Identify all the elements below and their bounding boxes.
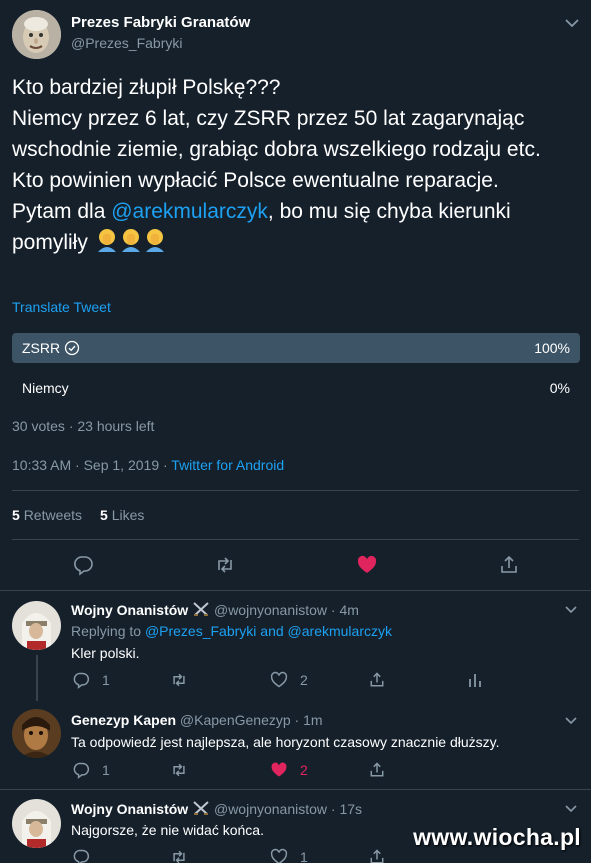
poll-option-percent: 0%	[549, 380, 570, 396]
poll-option-percent: 100%	[534, 340, 570, 356]
poll-option-winner: ZSRR 100%	[12, 333, 580, 363]
reply-time[interactable]: · 1m	[295, 712, 323, 728]
retweet-action[interactable]	[170, 671, 188, 689]
poll-option-text: ZSRR	[22, 340, 61, 356]
reply-avatar[interactable]	[12, 799, 61, 848]
reply-author-name[interactable]: Wojny Onanistów	[71, 602, 188, 618]
reply-handle[interactable]: @wojnyonanistow	[214, 801, 327, 817]
thread-line	[36, 655, 38, 701]
facepalm-emoji-icon	[120, 228, 142, 252]
reply-handle[interactable]: @wojnyonanistow	[214, 602, 327, 618]
reply-count: 1	[102, 762, 110, 778]
reply-action[interactable]: 1	[72, 761, 110, 779]
translate-tweet-link[interactable]: Translate Tweet	[12, 299, 111, 315]
reply-tweet[interactable]: Wojny Onanistów @wojnyonanistow · 4m Rep…	[0, 591, 591, 701]
tweet-stats: 5 Retweets 5 Likes	[12, 507, 144, 523]
reply-header: Genezyp Kapen @KapenGenezyp · 1m	[71, 712, 323, 728]
share-icon[interactable]	[368, 848, 386, 863]
likes-stat[interactable]: 5 Likes	[100, 507, 144, 523]
heart-filled-icon[interactable]	[356, 554, 378, 576]
reply-handle[interactable]: @KapenGenezyp	[180, 712, 291, 728]
like-action[interactable]: 1	[270, 848, 308, 863]
divider	[12, 539, 579, 540]
reply-author-name[interactable]: Wojny Onanistów	[71, 801, 188, 817]
reply-author-name[interactable]: Genezyp Kapen	[71, 712, 176, 728]
retweet-icon	[170, 761, 188, 779]
likes-label: Likes	[111, 507, 145, 523]
replying-prefix: Replying to	[71, 623, 145, 639]
reply-text: Najgorsze, że nie widać końca.	[71, 822, 264, 838]
poll-option: Niemcy 0%	[12, 373, 580, 403]
heart-filled-icon	[270, 761, 288, 779]
heart-icon	[270, 848, 288, 863]
share-icon[interactable]	[498, 554, 520, 576]
reply-text: Ta odpowiedź jest najlepsza, ale horyzon…	[71, 734, 500, 750]
reply-icon	[72, 761, 90, 779]
author-handle[interactable]: @Prezes_Fabryki	[71, 35, 182, 51]
reply-header: Wojny Onanistów @wojnyonanistow · 17s	[71, 800, 362, 817]
facepalm-emoji-icon	[96, 228, 118, 252]
retweets-stat[interactable]: 5 Retweets	[12, 507, 82, 523]
tweet-text-segment: Pytam dla	[12, 200, 112, 223]
retweets-label: Retweets	[23, 507, 83, 523]
tweet-text-line: Kto powinien wypłacić Polsce ewentualne …	[12, 169, 499, 192]
poll-option-label: Niemcy	[22, 380, 69, 396]
tweet-text-line: Niemcy przez 6 lat, czy ZSRR przez 50 la…	[12, 107, 541, 161]
replying-to-link[interactable]: @Prezes_Fabryki and @arekmularczyk	[145, 623, 392, 639]
chevron-down-icon[interactable]	[563, 601, 579, 617]
like-action[interactable]: 2	[270, 761, 308, 779]
analytics-icon[interactable]	[466, 671, 484, 689]
tweet-text: Kto bardziej złupił Polskę??? Niemcy prz…	[12, 72, 582, 258]
reply-avatar[interactable]	[12, 709, 61, 758]
share-icon[interactable]	[368, 671, 386, 689]
reply-tweet[interactable]: Genezyp Kapen @KapenGenezyp · 1m Ta odpo…	[0, 701, 591, 789]
main-tweet: Prezes Fabryki Granatów @Prezes_Fabryki …	[0, 0, 591, 590]
reply-text: Kler polski.	[71, 645, 140, 661]
timestamp-text[interactable]: 10:33 AM · Sep 1, 2019 ·	[12, 457, 171, 473]
facepalm-emoji-icon	[144, 228, 166, 252]
reply-action[interactable]: 1	[72, 671, 110, 689]
reply-avatar[interactable]	[12, 601, 61, 650]
tweet-timestamp: 10:33 AM · Sep 1, 2019 · Twitter for And…	[12, 457, 284, 473]
likes-count: 5	[100, 507, 108, 523]
reply-time[interactable]: · 4m	[331, 602, 359, 618]
crossed-swords-icon	[192, 800, 210, 816]
reply-icon[interactable]	[72, 554, 94, 576]
retweets-count: 5	[12, 507, 20, 523]
poll-meta: 30 votes · 23 hours left	[12, 418, 155, 434]
tweet-text-line: Pytam dla @arekmularczyk, bo mu się chyb…	[12, 196, 582, 258]
reply-count: 1	[102, 672, 110, 688]
like-count: 2	[300, 672, 308, 688]
retweet-icon[interactable]	[214, 554, 236, 576]
reply-header: Wojny Onanistów @wojnyonanistow · 4m	[71, 601, 359, 618]
replying-to: Replying to @Prezes_Fabryki and @arekmul…	[71, 623, 392, 639]
retweet-action[interactable]	[170, 761, 188, 779]
divider	[12, 490, 579, 491]
author-avatar[interactable]	[12, 10, 61, 59]
chevron-down-icon[interactable]	[563, 800, 579, 816]
poll-option-label: ZSRR	[22, 340, 80, 356]
retweet-icon	[170, 671, 188, 689]
share-icon[interactable]	[368, 761, 386, 779]
reply-icon[interactable]	[72, 848, 90, 863]
chevron-down-icon[interactable]	[563, 14, 581, 32]
mention-link[interactable]: @arekmularczyk	[111, 200, 268, 223]
retweet-icon[interactable]	[170, 848, 188, 863]
tweet-source-link[interactable]: Twitter for Android	[171, 457, 284, 473]
author-name[interactable]: Prezes Fabryki Granatów	[71, 14, 250, 31]
watermark: www.wiocha.pl	[413, 824, 581, 850]
heart-icon	[270, 671, 288, 689]
like-count: 2	[300, 762, 308, 778]
reply-icon	[72, 671, 90, 689]
check-circle-icon	[64, 340, 80, 356]
like-count: 1	[300, 849, 308, 863]
tweet-text-line: Kto bardziej złupił Polskę???	[12, 76, 281, 99]
chevron-down-icon[interactable]	[563, 712, 579, 728]
reply-time[interactable]: · 17s	[331, 801, 362, 817]
crossed-swords-icon	[192, 601, 210, 617]
like-action[interactable]: 2	[270, 671, 308, 689]
